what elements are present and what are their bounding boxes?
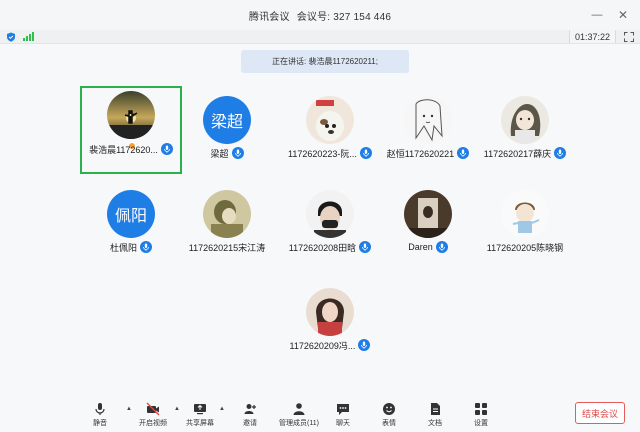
mic-icon (95, 403, 105, 415)
participant-name: 1172620217薛庆 (483, 148, 552, 159)
share-options-caret[interactable]: ▲ (219, 406, 225, 412)
status-bar: 01:37:22 (0, 30, 640, 44)
title-bar: 腾讯会议 会议号: 327 154 446 — ✕ (0, 0, 640, 30)
meeting-id: 327 154 446 (333, 11, 392, 23)
participant-name: 1172620209冯... (289, 340, 356, 351)
invite-icon (244, 404, 256, 414)
share-screen-icon (194, 404, 206, 415)
avatar (501, 96, 549, 144)
fullscreen-icon[interactable] (624, 32, 634, 42)
members-icon (293, 403, 305, 415)
close-icon[interactable]: ✕ (610, 0, 636, 30)
participant-tile[interactable]: 1172620223-阮... (279, 86, 381, 174)
speaking-banner: 正在讲话: 裴浩晨1172620211; (241, 50, 409, 73)
avatar (404, 96, 452, 144)
app-name: 腾讯会议 (248, 11, 290, 23)
meeting-id-label: 会议号: (296, 11, 331, 23)
docs-label: 文档 (428, 420, 442, 427)
participant-tile[interactable]: 1172620208田晗 (279, 180, 381, 268)
mic-icon[interactable] (140, 241, 152, 253)
participant-name: 杜佩阳 (109, 242, 137, 253)
participant-name: 1172620208田晗 (288, 242, 357, 253)
avatar (306, 288, 354, 336)
mic-icon[interactable] (358, 339, 371, 351)
participant-name: 1172620215宋江涛 (188, 242, 266, 253)
participant-tile[interactable]: 1172620217薛庆 (474, 86, 576, 174)
invite-label: 邀请 (243, 420, 257, 427)
participant-tile[interactable]: 梁超 梁超 (176, 86, 278, 174)
document-icon (431, 403, 440, 415)
settings-label: 设置 (474, 420, 488, 427)
shield-icon[interactable] (6, 32, 16, 42)
avatar (107, 91, 155, 139)
settings-icon (475, 403, 487, 415)
participant-tile[interactable]: 佩阳 杜佩阳 (80, 180, 182, 268)
share-screen-label: 共享屏幕 (186, 420, 214, 427)
video-label: 开启视频 (139, 420, 167, 427)
participant-tile[interactable]: 1172620205陈晓钢 (474, 180, 576, 268)
meeting-timer: 01:37:22 (568, 30, 616, 43)
bottom-toolbar: 静音 ▲ 开启视频 ▲ 共享屏幕 ▲ 邀请 管理成员(11) 聊天 表情 文档 … (0, 396, 640, 432)
participant-name: 1172620205陈晓钢 (486, 242, 564, 253)
reaction-label: 表情 (382, 420, 396, 427)
chat-button[interactable]: 聊天 (323, 402, 363, 432)
avatar (306, 96, 354, 144)
mute-options-caret[interactable]: ▲ (126, 406, 132, 412)
participant-name: Daren (408, 242, 433, 252)
mute-button[interactable]: 静音 (80, 402, 120, 432)
participant-name: 赵恒1172620221 (386, 148, 455, 159)
docs-button[interactable]: 文档 (415, 402, 455, 432)
participant-name: 梁超 (210, 148, 229, 159)
mic-icon[interactable] (435, 241, 448, 253)
manage-members-label: 管理成员(11) (279, 420, 319, 427)
avatar (306, 190, 354, 238)
manage-members-button[interactable]: 管理成员(11) (277, 402, 321, 432)
video-off-icon (146, 402, 160, 416)
mic-icon[interactable] (359, 241, 372, 253)
share-screen-button[interactable]: 共享屏幕 (180, 402, 220, 432)
avatar (404, 190, 452, 238)
avatar (501, 190, 549, 238)
signal-icon[interactable] (23, 32, 34, 41)
mic-icon[interactable] (359, 147, 372, 159)
reaction-button[interactable]: 表情 (369, 402, 409, 432)
chat-label: 聊天 (336, 420, 350, 427)
mic-icon[interactable] (554, 147, 567, 159)
mic-icon[interactable] (231, 147, 244, 159)
mute-label: 静音 (93, 420, 107, 427)
participant-tile[interactable]: 1172620209冯... (279, 278, 381, 366)
video-button[interactable]: 开启视频 (133, 402, 173, 432)
minimize-icon[interactable]: — (584, 0, 610, 30)
avatar: 梁超 (203, 96, 251, 144)
avatar (203, 190, 251, 238)
mic-icon[interactable] (457, 147, 470, 159)
emoji-icon (383, 403, 395, 415)
invite-button[interactable]: 邀请 (230, 402, 270, 432)
avatar: 佩阳 (107, 190, 155, 238)
participant-tile[interactable]: 赵恒1172620221 (377, 86, 479, 174)
mic-icon[interactable] (160, 143, 173, 155)
settings-button[interactable]: 设置 (461, 402, 501, 432)
end-meeting-button[interactable]: 结束会议 (575, 402, 625, 424)
window-title: 腾讯会议 会议号: 327 154 446 (249, 8, 391, 23)
participant-name: 1172620223-阮... (288, 148, 357, 159)
participant-name: 裴浩晨1172620... (89, 144, 158, 155)
chat-icon (337, 404, 349, 415)
participant-tile[interactable]: 1172620215宋江涛 (176, 180, 278, 268)
participant-tile[interactable]: 裴浩晨1172620... (80, 86, 182, 174)
participant-tile[interactable]: Daren (377, 180, 479, 268)
